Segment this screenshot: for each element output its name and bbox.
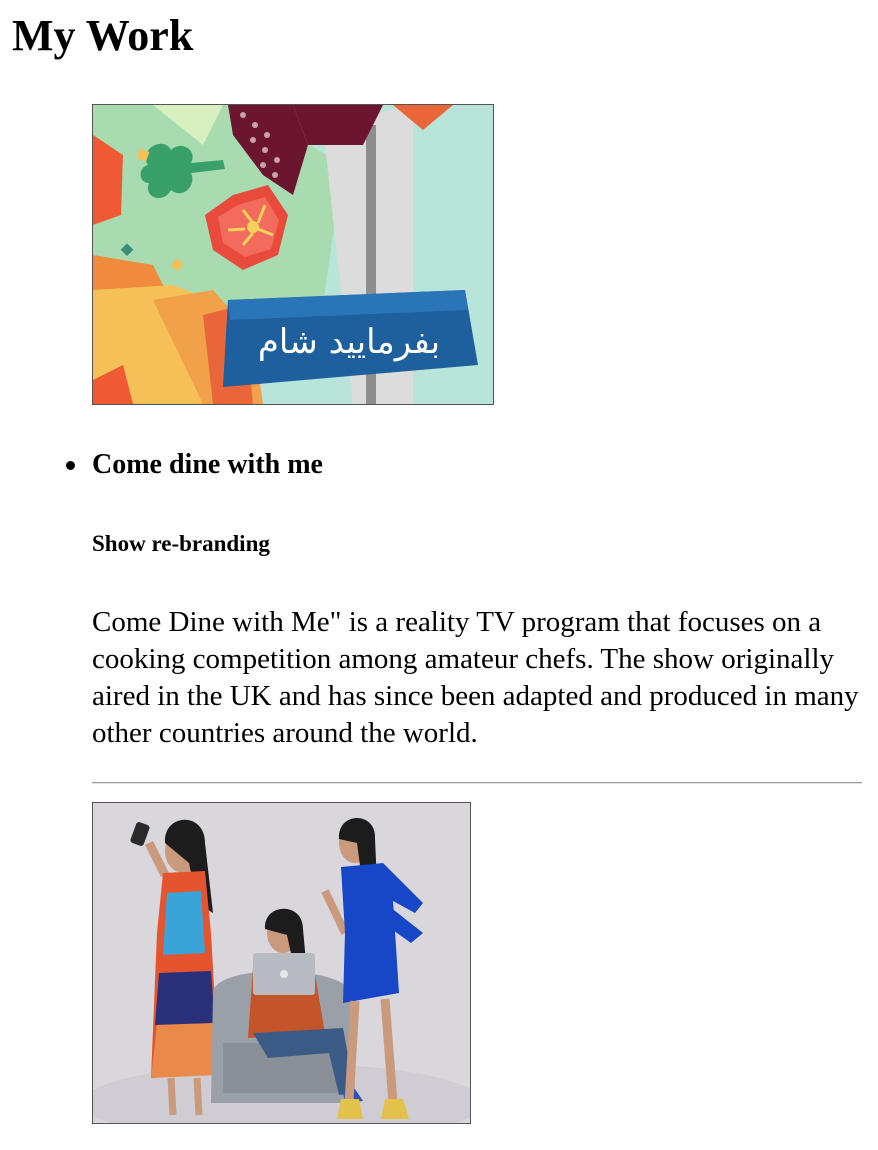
section-divider — [92, 782, 862, 784]
work-subtitle: Show re-branding — [92, 531, 270, 556]
work-title: Come dine with me — [92, 449, 323, 480]
list-bullet — [66, 461, 75, 470]
banner-arabic-title: بفرمایید شام — [258, 322, 440, 362]
work-description: Come Dine with Me" is a reality TV progr… — [92, 606, 859, 749]
work-image-come-dine-with-me: بفرمایید شام — [92, 104, 494, 405]
page-title: My Work — [12, 11, 194, 60]
work-image-hosts-photo — [92, 802, 471, 1124]
